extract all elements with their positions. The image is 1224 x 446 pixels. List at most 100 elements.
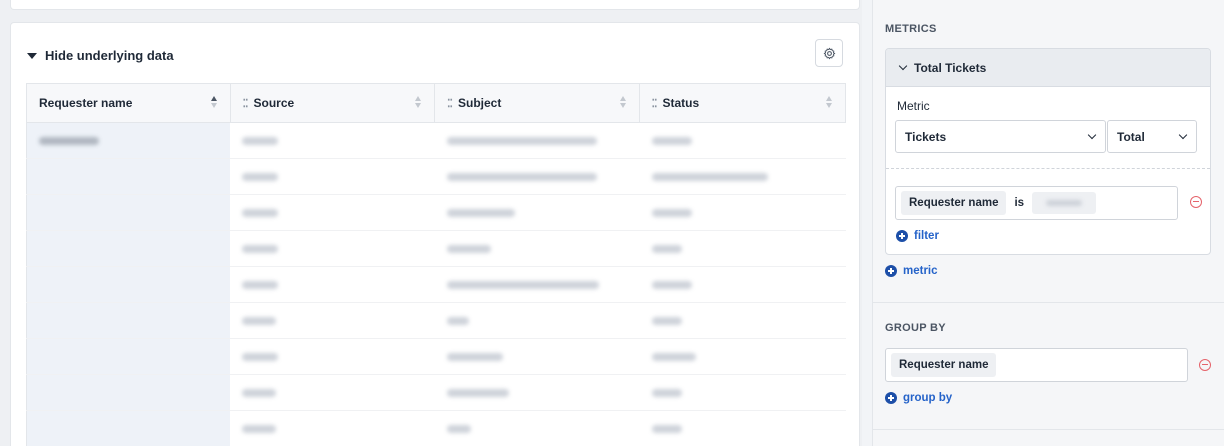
table-cell <box>435 411 640 446</box>
table-row <box>26 303 846 339</box>
table-cell <box>435 231 640 266</box>
column-header-source[interactable]: ⁚⁚ Source <box>231 84 435 122</box>
report-settings-sidebar: METRICS Total Tickets Metric Tickets Tot… <box>872 0 1224 446</box>
table-cell <box>230 339 435 374</box>
add-metric-label: metric <box>903 265 938 277</box>
table-cell <box>26 303 230 338</box>
plus-circle-icon <box>885 392 897 404</box>
table-body <box>26 123 846 446</box>
column-label: Status <box>662 96 700 110</box>
group-by-heading: GROUP BY <box>885 322 946 334</box>
table-cell <box>26 123 230 158</box>
table-row <box>26 267 846 303</box>
aggregate-select[interactable]: Total <box>1107 120 1197 153</box>
table-row <box>26 231 846 267</box>
table-cell <box>435 123 640 158</box>
hide-data-toggle[interactable]: Hide underlying data <box>27 48 174 63</box>
column-header-subject[interactable]: ⁚⁚ Subject <box>435 84 640 122</box>
table-cell <box>26 159 230 194</box>
chevron-down-icon <box>898 61 908 70</box>
divider <box>873 302 1224 303</box>
sort-icon[interactable] <box>619 96 627 110</box>
metric-card: Total Tickets Metric Tickets Total Reque… <box>885 48 1211 255</box>
table-cell <box>435 303 640 338</box>
divider <box>886 168 1210 169</box>
add-group-by-label: group by <box>903 392 953 404</box>
column-label: Source <box>253 96 295 110</box>
table-cell <box>26 231 230 266</box>
table-cell <box>640 123 846 158</box>
table-cell <box>230 303 435 338</box>
table-cell <box>640 339 846 374</box>
chevron-down-icon <box>1178 130 1188 140</box>
table-cell <box>26 195 230 230</box>
group-by-field[interactable]: Requester name <box>885 348 1188 382</box>
filter-field-chip[interactable]: Requester name <box>901 191 1007 215</box>
chevron-down-icon <box>1087 130 1097 140</box>
previous-card <box>10 0 860 10</box>
filter-condition[interactable]: Requester name is <box>895 186 1178 220</box>
metric-card-header[interactable]: Total Tickets <box>886 49 1210 87</box>
table-cell <box>640 411 846 446</box>
metric-select-value: Tickets <box>905 129 947 144</box>
remove-group-by-icon[interactable] <box>1199 359 1211 371</box>
report-canvas: Hide underlying data Requester name ⁚⁚ S… <box>0 0 862 446</box>
table-cell <box>230 159 435 194</box>
table-cell <box>230 375 435 410</box>
drag-handle-icon[interactable]: ⁚⁚ <box>243 97 249 110</box>
table-cell <box>230 123 435 158</box>
table-cell <box>435 159 640 194</box>
toggle-label: Hide underlying data <box>45 48 174 63</box>
table-settings-button[interactable] <box>815 39 843 67</box>
table-row <box>26 195 846 231</box>
group-by-chip[interactable]: Requester name <box>891 353 997 377</box>
divider <box>873 429 1224 430</box>
sort-icon[interactable] <box>826 96 833 110</box>
table-header: Requester name ⁚⁚ Source ⁚⁚ Subject ⁚⁚ S… <box>26 83 846 123</box>
add-group-by-link[interactable]: group by <box>885 392 952 404</box>
metric-card-title: Total Tickets <box>914 60 987 75</box>
caret-down-icon <box>27 52 37 59</box>
table-cell <box>640 159 846 194</box>
column-header-status[interactable]: ⁚⁚ Status <box>640 84 846 122</box>
remove-filter-icon[interactable] <box>1190 196 1202 208</box>
table-cell <box>640 267 846 302</box>
sort-icon[interactable] <box>415 96 422 110</box>
underlying-data-table: Requester name ⁚⁚ Source ⁚⁚ Subject ⁚⁚ S… <box>26 83 846 446</box>
filter-operator[interactable]: is <box>1014 197 1024 209</box>
aggregate-select-value: Total <box>1117 129 1145 144</box>
table-cell <box>640 195 846 230</box>
drag-handle-icon[interactable]: ⁚⁚ <box>652 97 658 110</box>
drag-handle-icon[interactable]: ⁚⁚ <box>447 97 453 110</box>
table-cell <box>26 339 230 374</box>
table-cell <box>435 195 640 230</box>
column-header-requester-name[interactable]: Requester name <box>27 84 231 122</box>
table-row <box>26 375 846 411</box>
add-filter-label: filter <box>914 230 939 242</box>
table-cell <box>640 231 846 266</box>
metrics-heading: METRICS <box>885 23 937 35</box>
table-cell <box>640 375 846 410</box>
table-row <box>26 411 846 446</box>
table-cell <box>230 195 435 230</box>
gear-icon <box>823 47 835 59</box>
table-row <box>26 159 846 195</box>
table-cell <box>26 411 230 446</box>
metric-select[interactable]: Tickets <box>895 120 1106 153</box>
table-cell <box>435 375 640 410</box>
sort-icon[interactable] <box>210 96 218 110</box>
column-label: Requester name <box>39 96 133 110</box>
table-cell <box>26 267 230 302</box>
table-cell <box>435 267 640 302</box>
plus-circle-icon <box>896 230 908 242</box>
add-filter-link[interactable]: filter <box>896 230 939 242</box>
column-label: Subject <box>458 96 502 110</box>
metric-label: Metric <box>897 99 930 113</box>
filter-value-chip[interactable] <box>1032 192 1097 214</box>
table-cell <box>230 231 435 266</box>
add-metric-link[interactable]: metric <box>885 265 938 277</box>
plus-circle-icon <box>885 265 897 277</box>
table-cell <box>640 303 846 338</box>
table-row <box>26 339 846 375</box>
table-row <box>26 123 846 159</box>
